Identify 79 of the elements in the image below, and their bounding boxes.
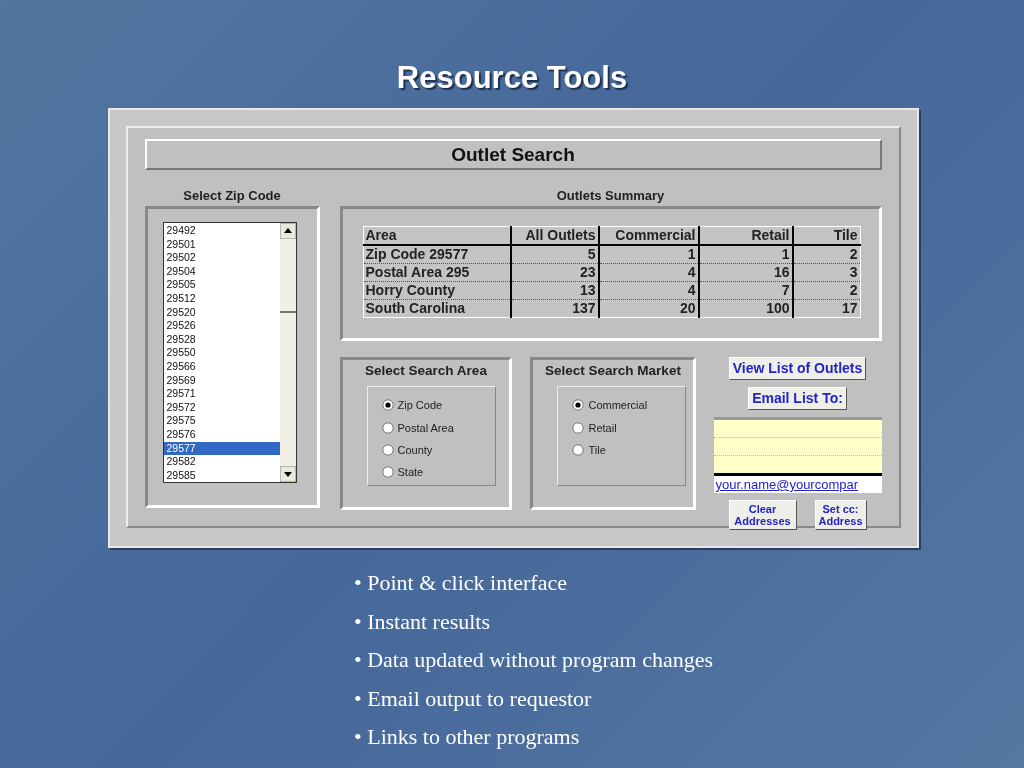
table-cell: Zip Code 29577 xyxy=(363,245,511,264)
table-cell: 16 xyxy=(698,263,793,282)
option-group-label: Select Search Market xyxy=(544,362,682,379)
radio-label[interactable]: Tile xyxy=(588,443,606,456)
radio-button[interactable] xyxy=(572,421,585,434)
radio-label[interactable]: Retail xyxy=(588,421,617,434)
zip-code-item[interactable]: 29566 xyxy=(163,359,280,374)
zip-code-item[interactable]: 29505 xyxy=(163,278,280,292)
scroll-down-arrow-icon[interactable] xyxy=(279,466,296,482)
zip-code-item[interactable]: 29492 xyxy=(163,224,280,238)
radio-label[interactable]: County xyxy=(397,443,433,456)
zip-code-label: Select Zip Code xyxy=(182,188,282,205)
summary-label: Outlets Summary xyxy=(555,188,666,205)
radio-button[interactable] xyxy=(381,421,394,434)
table-cell: 2 xyxy=(792,281,860,300)
bullet-text: • Data updated without program changes xyxy=(354,646,713,674)
column-header: Tile xyxy=(792,226,860,245)
option-group-label: Select Search Area xyxy=(364,362,488,379)
scroll-up-arrow-icon[interactable] xyxy=(279,223,296,239)
radio-label[interactable]: Postal Area xyxy=(397,421,454,434)
table-cell: 4 xyxy=(598,263,699,282)
table-cell: 100 xyxy=(698,299,793,318)
column-header: Area xyxy=(363,226,511,245)
zip-code-listbox[interactable]: 29492 29501 29502 29504 29505 29512 29520 29526 29528 29550 29566 29569 29571 29572 29575 29576 29577 29582 29585 xyxy=(162,222,297,483)
table-cell: 20 xyxy=(598,299,699,318)
zip-code-item[interactable]: 29571 xyxy=(163,387,280,401)
column-header: Commercial xyxy=(598,226,699,245)
radio-button[interactable] xyxy=(381,443,394,456)
email-field[interactable]: your.name@yourcompar xyxy=(713,417,882,493)
zip-code-item[interactable]: 29501 xyxy=(163,237,280,252)
clear-addresses-button[interactable]: Clear Addresses xyxy=(728,500,797,530)
set-cc-address-button[interactable]: Set cc: Address xyxy=(814,500,867,530)
table-cell: 5 xyxy=(510,245,599,264)
zip-code-item[interactable]: 29520 xyxy=(163,305,280,320)
table-cell: 2 xyxy=(792,245,860,264)
zip-code-item[interactable]: 29512 xyxy=(163,291,280,306)
zip-code-item[interactable]: 29504 xyxy=(163,264,280,279)
table-cell: 7 xyxy=(698,281,793,300)
zip-code-item[interactable]: 29569 xyxy=(163,373,280,388)
radio-button[interactable] xyxy=(381,399,394,412)
zip-code-item[interactable]: 29575 xyxy=(163,414,280,428)
zip-code-item[interactable]: 29576 xyxy=(163,427,280,442)
zip-code-item[interactable]: 29526 xyxy=(163,319,280,333)
bullet-text: • Instant results xyxy=(354,607,492,636)
column-header: All Outlets xyxy=(510,226,599,245)
zip-code-item[interactable]: 29572 xyxy=(163,400,280,415)
view-list-button[interactable]: View List of Outlets xyxy=(728,357,867,380)
table-cell: 1 xyxy=(698,245,793,264)
email-address-link[interactable]: your.name@yourcompar xyxy=(713,476,882,493)
zip-code-item[interactable]: 29502 xyxy=(163,251,280,265)
radio-label[interactable]: State xyxy=(397,466,424,479)
bullet-text: • Links to other programs xyxy=(354,723,581,751)
radio-label[interactable]: Commercial xyxy=(588,399,648,412)
table-cell: South Carolina xyxy=(363,299,511,318)
bullet-text: • Point & click interface xyxy=(354,569,568,597)
table-cell: Postal Area 295 xyxy=(363,263,511,282)
radio-button[interactable] xyxy=(572,443,585,456)
radio-label[interactable]: Zip Code xyxy=(397,399,443,412)
zip-code-item[interactable]: 29577 xyxy=(163,441,280,456)
table-cell: 1 xyxy=(598,245,699,264)
column-header: Retail xyxy=(698,226,793,245)
table-cell: 137 xyxy=(510,299,599,318)
table-cell: Horry County xyxy=(363,281,511,300)
form-title: Outlet Search xyxy=(144,139,882,170)
zip-code-item[interactable]: 29585 xyxy=(163,468,280,483)
zip-code-item[interactable]: 29550 xyxy=(163,346,280,360)
table-cell: 3 xyxy=(792,263,860,282)
table-cell: 17 xyxy=(792,299,860,318)
zip-code-item[interactable]: 29582 xyxy=(163,455,280,469)
table-cell: 13 xyxy=(510,281,599,300)
table-cell: 23 xyxy=(510,263,599,282)
scrollbar[interactable] xyxy=(279,223,296,482)
table-cell: 4 xyxy=(598,281,699,300)
zip-code-item[interactable]: 29528 xyxy=(163,332,280,347)
email-list-button[interactable]: Email List To: xyxy=(748,387,847,410)
bullet-text: • Email output to requestor xyxy=(354,684,593,713)
radio-button[interactable] xyxy=(381,466,394,479)
slide-title: Resource Tools xyxy=(396,59,628,97)
radio-button[interactable] xyxy=(572,399,585,412)
